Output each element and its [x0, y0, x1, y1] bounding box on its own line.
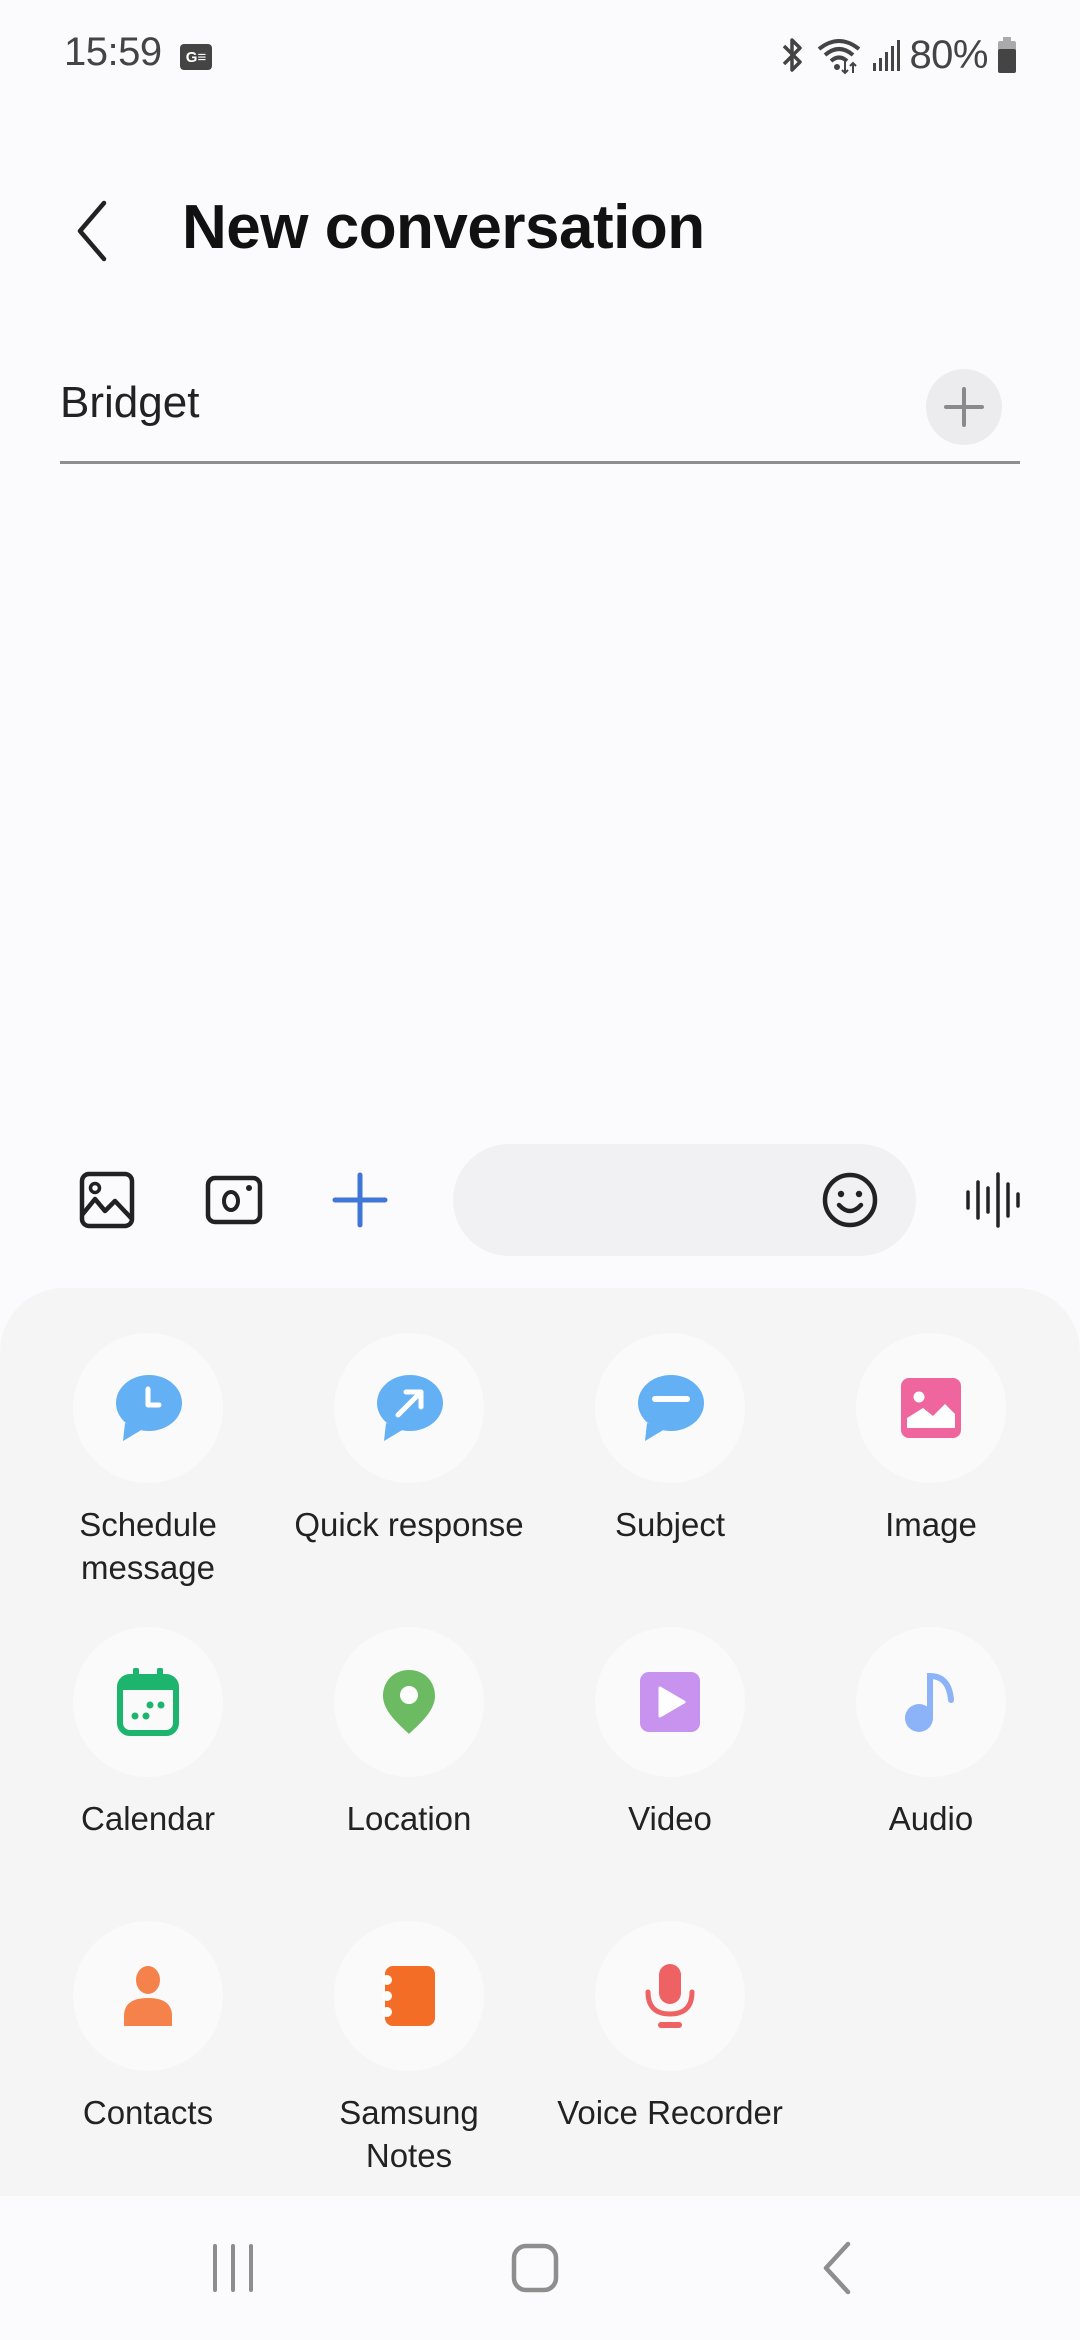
- microphone-icon: [645, 1964, 695, 2028]
- attach-label: Video: [628, 1800, 712, 1837]
- attach-audio[interactable]: Audio: [801, 1627, 1061, 1840]
- recipient-field[interactable]: Bridget: [60, 369, 1020, 464]
- emoji-icon: [822, 1172, 878, 1228]
- contacts-icon-bg: [73, 1921, 223, 2071]
- quick-response-icon: [377, 1375, 443, 1441]
- voice-recorder-icon-bg: [595, 1921, 745, 2071]
- location-pin-icon: [383, 1670, 435, 1734]
- plus-icon: [944, 387, 984, 427]
- attach-samsung-notes[interactable]: Samsung Notes: [279, 1921, 539, 2177]
- quick-response-icon-bg: [334, 1333, 484, 1483]
- voice-waveform-icon: [966, 1172, 1020, 1228]
- attach-schedule-message[interactable]: Schedule message: [18, 1333, 278, 1589]
- music-note-icon: [905, 1672, 954, 1732]
- attach-label: Calendar: [81, 1800, 215, 1837]
- attach-label: Contacts: [82, 2094, 214, 2131]
- home-icon: [511, 2243, 559, 2293]
- emoji-button[interactable]: [810, 1160, 890, 1240]
- recent-apps-icon: [213, 2244, 253, 2292]
- attach-contacts[interactable]: Contacts: [18, 1921, 278, 2134]
- video-icon: [640, 1672, 700, 1732]
- attach-label: Location: [346, 1800, 472, 1837]
- image-icon-bg: [856, 1333, 1006, 1483]
- battery-percent: 80%: [909, 32, 988, 77]
- attach-label: Subject: [614, 1506, 726, 1543]
- attach-label: Voice Recorder: [557, 2094, 783, 2131]
- page-title: New conversation: [182, 193, 705, 262]
- attach-image[interactable]: Image: [801, 1333, 1061, 1546]
- attach-calendar[interactable]: Calendar: [18, 1627, 278, 1840]
- audio-icon-bg: [856, 1627, 1006, 1777]
- system-back-button[interactable]: [777, 2232, 897, 2304]
- navigation-bar: [0, 2196, 1080, 2340]
- location-icon-bg: [334, 1627, 484, 1777]
- calendar-icon: [117, 1668, 179, 1736]
- camera-button[interactable]: [194, 1160, 274, 1240]
- status-icons: 80%: [777, 30, 1018, 80]
- attach-label: Quick response: [294, 1506, 524, 1543]
- notes-icon-bg: [334, 1921, 484, 2071]
- notes-icon: [382, 1966, 435, 2026]
- attach-location[interactable]: Location: [279, 1627, 539, 1840]
- attach-subject[interactable]: Subject: [540, 1333, 800, 1546]
- contact-person-icon: [124, 1966, 172, 2026]
- attachment-panel: Schedule message Quick response Subject …: [0, 1288, 1080, 2198]
- video-icon-bg: [595, 1627, 745, 1777]
- plus-icon: [332, 1172, 388, 1228]
- message-input[interactable]: [493, 1144, 823, 1256]
- battery-icon: [998, 37, 1016, 73]
- notification-badge-icon: G≡: [180, 44, 212, 70]
- chevron-left-icon: [77, 200, 107, 262]
- message-input-container[interactable]: [453, 1144, 916, 1256]
- gallery-button[interactable]: [67, 1160, 147, 1240]
- back-button[interactable]: [62, 196, 122, 266]
- recipient-value[interactable]: Bridget: [60, 378, 199, 428]
- attach-label: Audio: [888, 1800, 974, 1837]
- voice-input-button[interactable]: [952, 1160, 1032, 1240]
- camera-icon: [205, 1175, 263, 1225]
- subject-icon: [638, 1375, 704, 1441]
- schedule-message-icon: [116, 1375, 182, 1441]
- attach-label: Samsung Notes: [339, 2094, 479, 2174]
- status-time: 15:59: [64, 30, 162, 74]
- image-icon: [79, 1171, 135, 1229]
- add-recipient-button[interactable]: [926, 369, 1002, 445]
- calendar-icon-bg: [73, 1627, 223, 1777]
- attach-video[interactable]: Video: [540, 1627, 800, 1840]
- back-icon: [823, 2241, 851, 2295]
- wifi-icon: [818, 39, 861, 75]
- more-options-button[interactable]: [320, 1160, 400, 1240]
- image-icon: [901, 1378, 961, 1438]
- subject-icon-bg: [595, 1333, 745, 1483]
- attach-voice-recorder[interactable]: Voice Recorder: [540, 1921, 800, 2134]
- attach-label: Schedule message: [79, 1506, 217, 1586]
- home-button[interactable]: [475, 2232, 595, 2304]
- attach-quick-response[interactable]: Quick response: [279, 1333, 539, 1546]
- recent-apps-button[interactable]: [173, 2232, 293, 2304]
- bluetooth-icon: [783, 38, 803, 72]
- schedule-message-icon-bg: [73, 1333, 223, 1483]
- signal-icon: [873, 40, 901, 71]
- attach-label: Image: [885, 1506, 977, 1543]
